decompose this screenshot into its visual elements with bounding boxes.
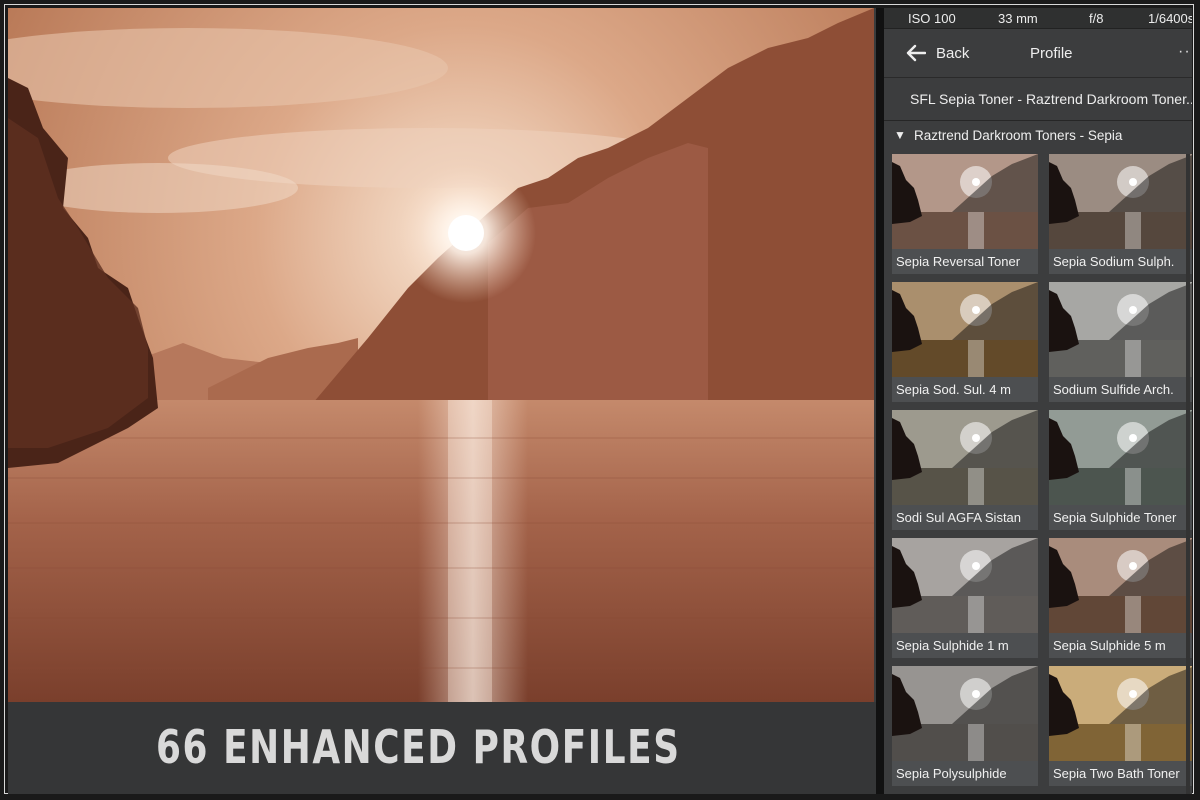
profile-browser-panel: ISO 100 33 mm f/8 1/6400s Back Profile ·… [884,8,1192,794]
profile-header: Back Profile ··· [884,29,1192,78]
back-label: Back [936,45,970,62]
shutter-value: 1/6400s [1148,10,1192,26]
iso-value: ISO 100 [908,10,956,26]
aperture-value: f/8 [1089,10,1104,26]
screenshot-frame: 66 ENHANCED PROFILES ISO 100 33 mm f/8 1… [0,0,1200,800]
profile-name: Sepia Sulphide 1 m [892,633,1038,658]
panel-scrollbar[interactable] [1186,154,1190,794]
focal-length-value: 33 mm [998,10,1038,26]
profile-preview-image [1049,666,1192,761]
profile-name: Sodium Sulfide Arch. [1049,377,1192,402]
profile-thumbnail[interactable]: Sepia Sulphide 1 m [892,538,1038,658]
landscape-image [8,8,874,702]
profile-thumbnail[interactable]: Sepia Sulphide 5 m [1049,538,1192,658]
profile-preview-image [892,410,1038,505]
preview-photo [8,8,874,702]
profile-group-label: Raztrend Darkroom Toners - Sepia [914,128,1123,143]
promo-headline: 66 ENHANCED PROFILES [156,720,681,774]
selected-profile-label: SFL Sepia Toner - Raztrend Darkroom Tone… [910,91,1192,107]
profile-group-header[interactable]: ▼ Raztrend Darkroom Toners - Sepia [884,121,1192,149]
exif-bar: ISO 100 33 mm f/8 1/6400s [884,8,1192,29]
ellipsis-icon[interactable]: ··· [1178,43,1192,61]
profile-name: Sepia Sod. Sul. 4 m [892,377,1038,402]
profile-thumbnail[interactable]: Sepia Sodium Sulph. [1049,154,1192,274]
profile-name: Sepia Sulphide 5 m [1049,633,1192,658]
profile-thumbnail[interactable]: Sepia Sod. Sul. 4 m [892,282,1038,402]
profile-thumbnail[interactable]: Sepia Two Bath Toner [1049,666,1192,786]
panel-title: Profile [1030,45,1073,62]
profile-name: Sepia Sulphide Toner [1049,505,1192,530]
profile-name: Sodi Sul AGFA Sistan [892,505,1038,530]
promo-banner: 66 ENHANCED PROFILES [8,702,876,794]
profile-thumbnail[interactable]: Sepia Sulphide Toner [1049,410,1192,530]
triangle-down-icon: ▼ [894,128,906,142]
profile-preview-image [892,666,1038,761]
profile-preview-image [892,154,1038,249]
preview-pane: 66 ENHANCED PROFILES [8,8,876,794]
profile-name: Sepia Reversal Toner [892,249,1038,274]
profile-preview-image [1049,538,1192,633]
profile-preview-image [1049,410,1192,505]
profile-preview-image [892,282,1038,377]
profile-preview-image [1049,154,1192,249]
panel-divider [876,8,884,794]
selected-profile-name[interactable]: SFL Sepia Toner - Raztrend Darkroom Tone… [884,78,1192,121]
profile-thumbnail[interactable]: Sepia Polysulphide [892,666,1038,786]
profile-thumbnail[interactable]: Sodi Sul AGFA Sistan [892,410,1038,530]
profile-thumbnail[interactable]: Sepia Reversal Toner [892,154,1038,274]
profile-name: Sepia Two Bath Toner [1049,761,1192,786]
profile-preview-image [892,538,1038,633]
profile-name: Sepia Polysulphide [892,761,1038,786]
profile-preview-image [1049,282,1192,377]
profile-thumbnail[interactable]: Sodium Sulfide Arch. [1049,282,1192,402]
back-button[interactable]: Back [898,37,978,69]
arrow-left-icon [906,44,926,62]
profile-name: Sepia Sodium Sulph. [1049,249,1192,274]
